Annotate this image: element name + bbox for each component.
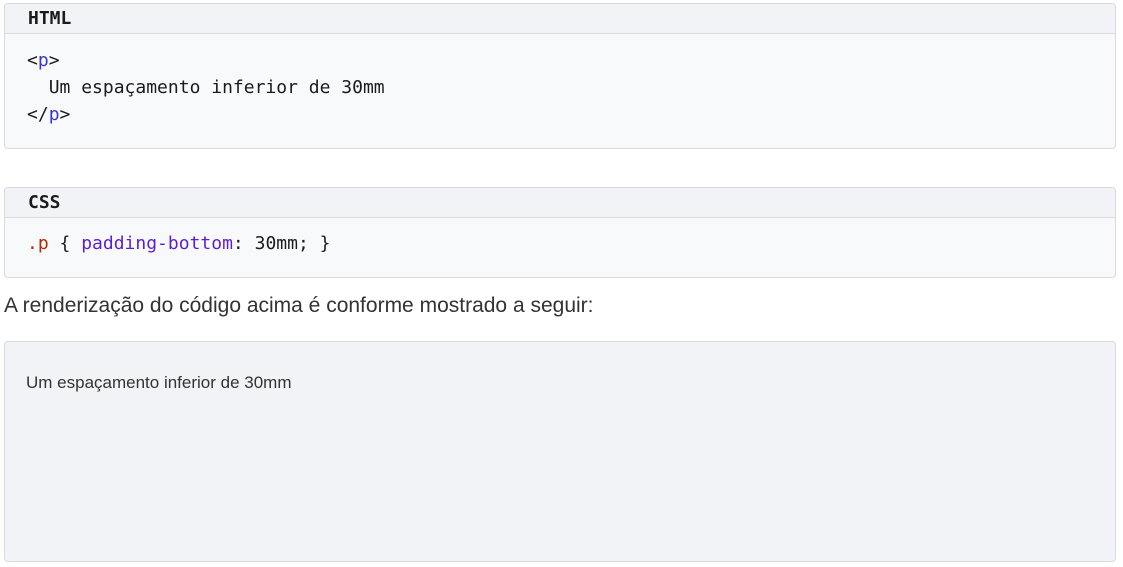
render-caption: A renderização do código acima é conform… xyxy=(4,294,594,317)
tag-close-bracket: > xyxy=(48,50,60,71)
css-code-header: CSS xyxy=(5,188,1115,218)
tag-name: p xyxy=(37,50,49,71)
css-brace-open: { xyxy=(48,233,82,254)
css-code-body[interactable]: .p { padding-bottom: 30mm; } xyxy=(5,218,1115,257)
css-property: padding-bottom xyxy=(81,233,233,254)
closing-tag-name: p xyxy=(48,104,60,125)
html-line-3: </p> xyxy=(27,104,70,125)
html-code-header: HTML xyxy=(5,4,1115,34)
css-selector: .p xyxy=(27,233,49,254)
css-code-example: CSS .p { padding-bottom: 30mm; } xyxy=(4,187,1116,278)
css-end: ; } xyxy=(297,233,331,254)
rendered-output-text: Um espaçamento inferior de 30mm xyxy=(26,373,292,392)
closing-tag-close-bracket: > xyxy=(59,104,71,125)
css-colon: : xyxy=(232,233,255,254)
html-line-2-text: Um espaçamento inferior de 30mm xyxy=(48,77,385,98)
html-code-body[interactable]: <p> Um espaçamento inferior de 30mm </p> xyxy=(5,34,1115,128)
html-code-example: HTML <p> Um espaçamento inferior de 30mm… xyxy=(4,3,1116,149)
rendered-output-box: Um espaçamento inferior de 30mm xyxy=(4,341,1116,562)
tag-open-bracket: < xyxy=(27,50,38,71)
closing-tag-open-bracket: </ xyxy=(27,104,49,125)
css-value: 30mm xyxy=(254,233,298,254)
html-line-1: <p> xyxy=(27,50,60,71)
